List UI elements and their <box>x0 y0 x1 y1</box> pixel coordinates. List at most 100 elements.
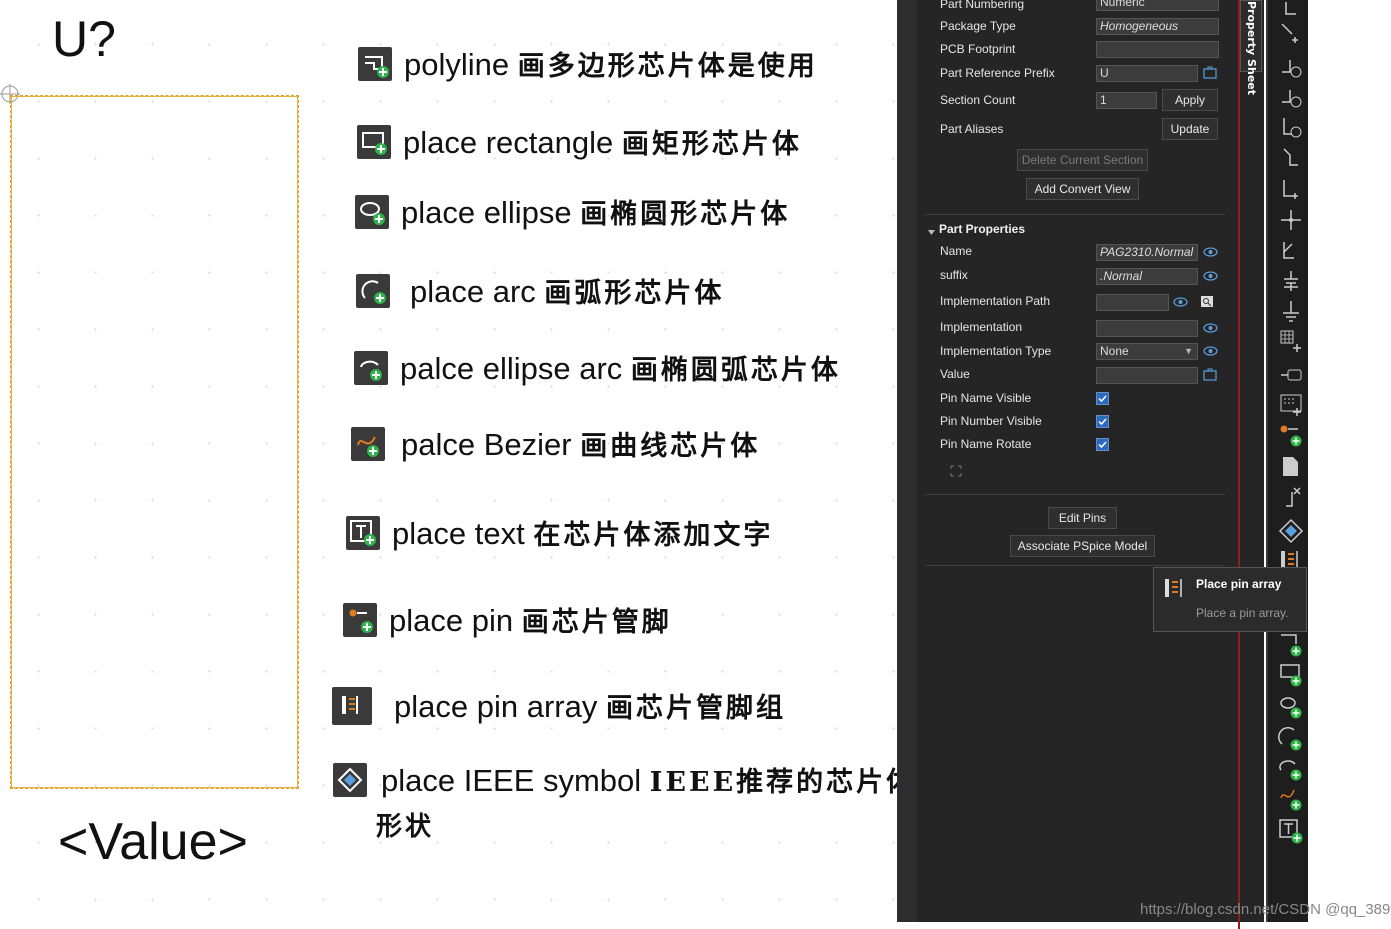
tool-cn: 画芯片管脚 <box>521 607 672 638</box>
divider <box>925 214 1225 215</box>
global-net-icon[interactable] <box>1278 84 1304 110</box>
rectangle-icon[interactable] <box>1278 662 1304 688</box>
ellipse-icon[interactable] <box>1278 694 1304 720</box>
tab-strip <box>1240 0 1264 922</box>
tool-row-polyline: polyline 画多边形芯片体是使用 <box>358 44 818 83</box>
document-icon[interactable] <box>1278 454 1304 480</box>
impl-type-select[interactable]: None ▼ <box>1096 343 1198 360</box>
pin-name-visible-checkbox[interactable] <box>1096 392 1109 405</box>
schematic-canvas[interactable]: U? <Value> polyline 画多边形芯片体是使用 place rec… <box>0 0 913 929</box>
bezier-icon <box>351 426 385 461</box>
tool-cn: IEEE推荐的芯片体 <box>649 767 917 798</box>
visibility-eye-icon[interactable] <box>1173 296 1188 308</box>
value-label[interactable]: <Value> <box>58 812 248 872</box>
tool-en: place pin array <box>394 689 598 724</box>
associate-pspice-model-button[interactable]: Associate PSpice Model <box>1010 535 1155 557</box>
reference-designator[interactable]: U? <box>52 10 116 68</box>
part-ref-prefix-label: Part Reference Prefix <box>940 66 1055 80</box>
part-numbering-label: Part Numbering <box>940 0 1025 11</box>
package-type-field[interactable]: Homogeneous <box>1096 18 1219 35</box>
suffix-field[interactable]: .Normal <box>1096 268 1198 285</box>
visibility-eye-icon[interactable] <box>1203 345 1218 357</box>
power-icon[interactable] <box>1278 268 1304 294</box>
no-connect-icon[interactable] <box>1278 207 1304 233</box>
tool-row-ieee: place IEEE symbol IEEE推荐的芯片体 <box>333 760 916 799</box>
tool-row-bezier: palce Bezier 画曲线芯片体 <box>351 424 760 463</box>
tooltip-title: Place pin array <box>1196 577 1282 591</box>
package-type-label: Package Type <box>940 19 1016 33</box>
tool-en: place arc <box>410 274 536 309</box>
impl-type-value: None <box>1100 344 1129 358</box>
part-numbering-select[interactable]: Numeric <box>1096 0 1219 11</box>
add-convert-view-button[interactable]: Add Convert View <box>1026 178 1139 200</box>
pcb-footprint-field[interactable] <box>1096 41 1219 58</box>
name-field[interactable]: PAG2310.Normal <box>1096 244 1198 261</box>
text-icon[interactable] <box>1278 818 1304 844</box>
ieee-symbol-icon <box>333 762 367 797</box>
net-tool-icon[interactable] <box>1278 20 1304 46</box>
dotted-grid-icon[interactable] <box>1278 392 1304 418</box>
row-pin-name-visible: Pin Name Visible <box>940 388 1031 408</box>
browse-icon[interactable] <box>1200 295 1214 308</box>
visibility-eye-icon[interactable] <box>1203 270 1218 282</box>
row-package-type: Package Type <box>940 16 1016 36</box>
pin-number-visible-label: Pin Number Visible <box>940 414 1042 428</box>
tool-row-ellipse: place ellipse 画椭圆形芯片体 <box>355 192 790 231</box>
visibility-eye-icon[interactable] <box>1203 322 1218 334</box>
junction-icon[interactable] <box>1278 176 1304 202</box>
ellipse-arc-icon <box>354 350 388 385</box>
pin-name-rotate-label: Pin Name Rotate <box>940 437 1032 451</box>
ground-icon[interactable] <box>1278 298 1304 324</box>
row-pcb-footprint: PCB Footprint <box>940 39 1015 59</box>
value-field[interactable] <box>1096 367 1198 384</box>
arc-icon[interactable] <box>1278 726 1304 752</box>
divider <box>925 494 1225 495</box>
edit-pins-button[interactable]: Edit Pins <box>1048 507 1117 529</box>
pcb-footprint-label: PCB Footprint <box>940 42 1016 56</box>
visibility-eye-icon[interactable] <box>1203 246 1218 258</box>
bus-icon[interactable] <box>1278 238 1304 264</box>
bezier-icon[interactable] <box>1278 786 1304 812</box>
polyline-icon[interactable] <box>1278 632 1304 658</box>
pin-array-icon <box>1165 579 1182 597</box>
section-count-field[interactable]: 1 <box>1096 92 1157 109</box>
tab-property-sheet[interactable]: Property Sheet <box>1240 0 1262 95</box>
expand-icon[interactable] <box>950 465 962 477</box>
row-impl-type: Implementation Type <box>940 341 1051 361</box>
tool-cn: 在芯片体添加文字 <box>533 520 774 551</box>
port-icon[interactable] <box>1278 362 1304 388</box>
ellipse-icon <box>355 194 389 229</box>
tool-en: place text <box>392 516 525 551</box>
apply-button[interactable]: Apply <box>1162 89 1218 111</box>
row-section-count: Section Count <box>940 90 1015 110</box>
pin-name-rotate-checkbox[interactable] <box>1096 438 1109 451</box>
bus-entry-icon[interactable] <box>1278 145 1304 171</box>
delete-current-section-button[interactable]: Delete Current Section <box>1017 149 1148 171</box>
implementation-field[interactable] <box>1096 320 1198 337</box>
tool-en: place pin <box>389 603 514 638</box>
part-body-rectangle[interactable] <box>10 95 299 789</box>
ellipse-arc-icon[interactable] <box>1278 756 1304 782</box>
update-button[interactable]: Update <box>1162 118 1218 140</box>
collapse-triangle-icon[interactable] <box>927 228 936 237</box>
net-alias-icon[interactable] <box>1278 54 1304 80</box>
place-pin-icon[interactable] <box>1278 422 1304 448</box>
drawing-toolbar <box>1266 0 1308 922</box>
ieee-symbol-icon[interactable] <box>1278 518 1304 544</box>
tool-cn: 画椭圆弧芯片体 <box>630 355 841 386</box>
briefcase-icon[interactable] <box>1203 66 1217 79</box>
briefcase-icon[interactable] <box>1203 368 1217 381</box>
no-connect-pin-icon[interactable] <box>1278 484 1304 510</box>
impl-path-field[interactable] <box>1096 294 1169 311</box>
pin-number-visible-checkbox[interactable] <box>1096 415 1109 428</box>
rectangle-icon <box>357 124 391 159</box>
impl-path-label: Implementation Path <box>940 294 1051 308</box>
property-sheet-panel: Part Numbering Numeric Package Type Homo… <box>897 0 1238 922</box>
grid-place-icon[interactable] <box>1278 328 1304 354</box>
part-ref-prefix-field[interactable]: U <box>1096 65 1198 82</box>
chevron-down-icon: ▼ <box>1184 346 1193 356</box>
tool-row-ellipse-arc: palce ellipse arc 画椭圆弧芯片体 <box>354 348 841 387</box>
off-page-connector-icon[interactable] <box>1278 114 1304 140</box>
tool-en: place IEEE symbol <box>381 763 642 798</box>
tooltip-description: Place a pin array. <box>1196 606 1289 620</box>
